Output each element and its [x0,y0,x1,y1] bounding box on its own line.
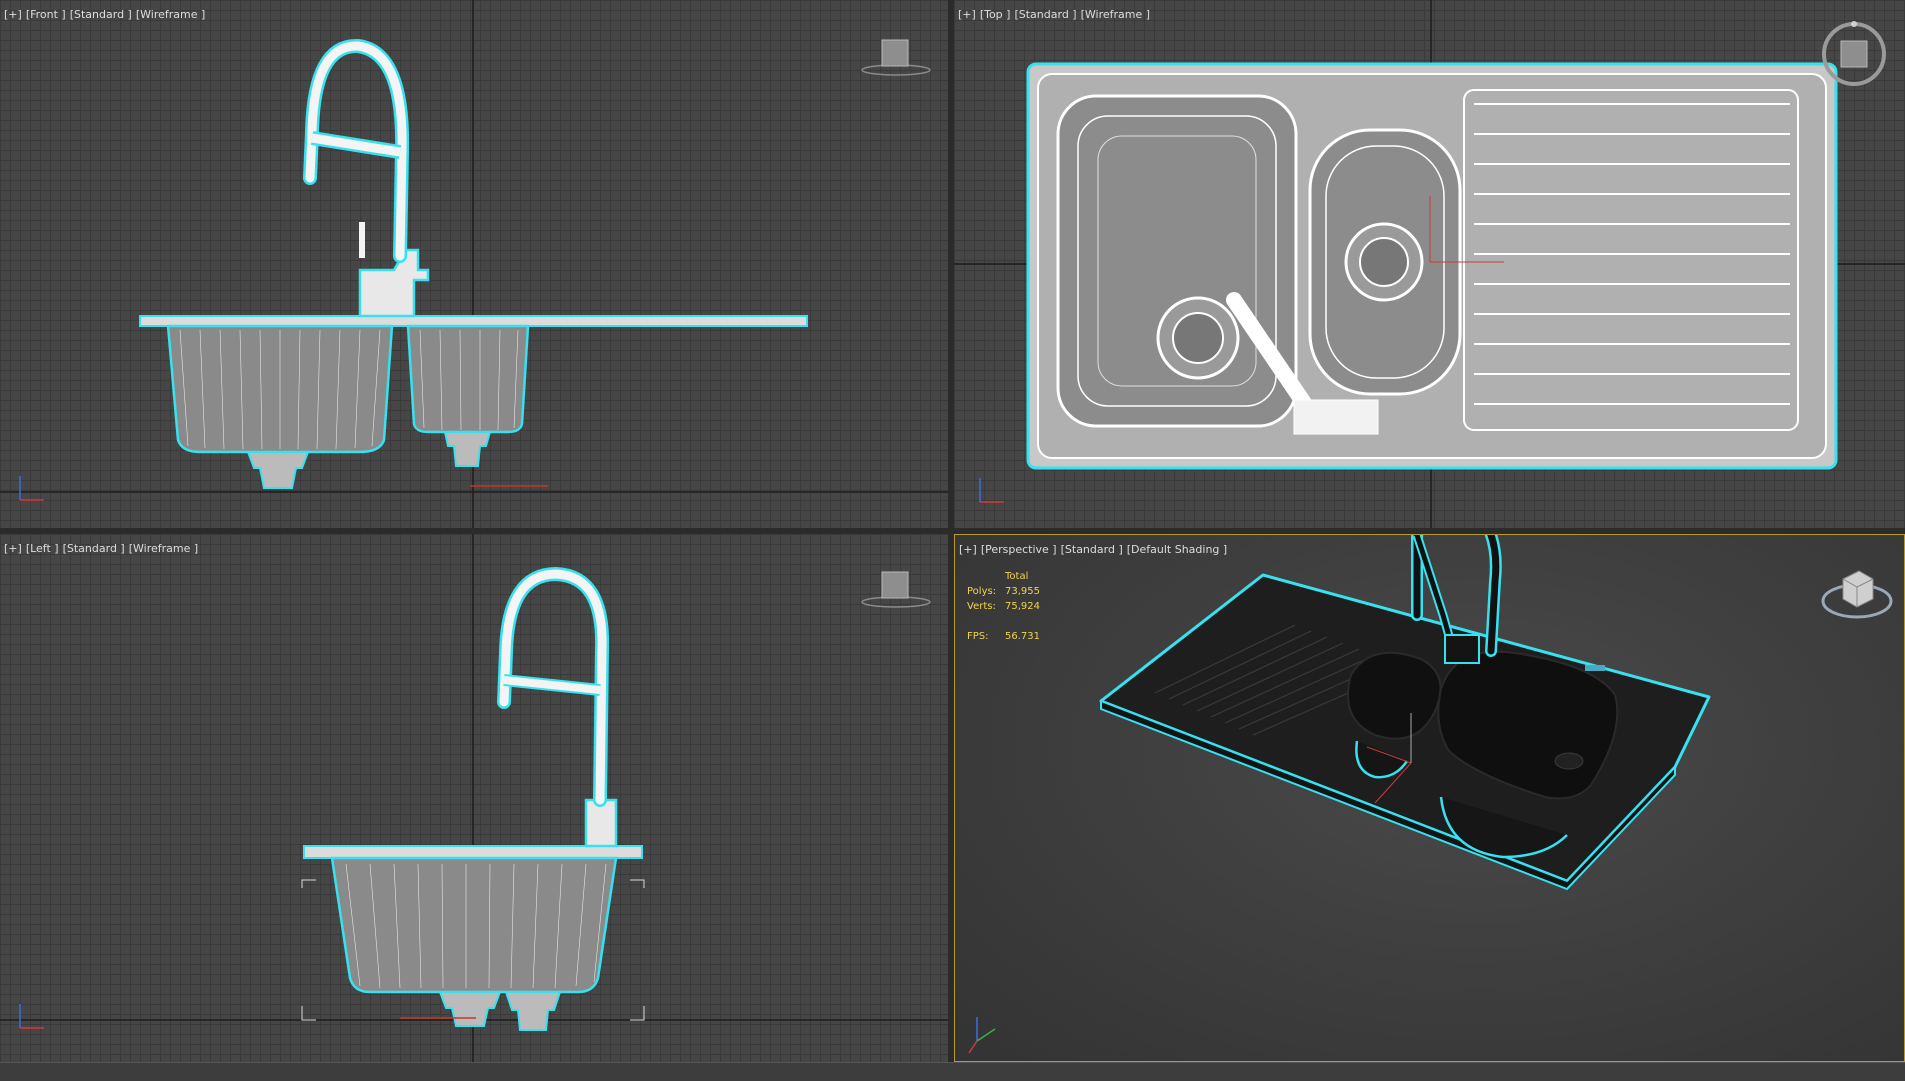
viewport-label-perspective[interactable]: [+] [Perspective ] [Standard ] [Default Sha… [959,543,1231,556]
axis-tripod-icon [979,478,1004,503]
top-wireframe-scene [954,0,1905,528]
stats-polys-label: Polys: [967,586,997,597]
viewport-standard-label[interactable]: [Standard ] [1061,543,1123,556]
stats-fps-value: 56.731 [1005,631,1040,642]
viewport-menu-plus[interactable]: [+] [4,542,22,555]
viewport-point-of-view-label[interactable]: [Front ] [26,8,66,21]
viewport-left[interactable]: [+] [Left ] [Standard ] [Wireframe ] [0,534,948,1062]
viewport-bottom-strip [0,1062,1905,1081]
stats-polys-row: Polys: 73,955 [967,584,1040,599]
front-wireframe-scene [0,0,948,528]
perspective-scene [968,535,1893,1054]
viewport-point-of-view-label[interactable]: [Left ] [26,542,59,555]
stats-verts-value: 75,924 [1005,601,1040,612]
viewcube-icon[interactable] [1821,570,1893,619]
stats-fps-row: FPS: 56.731 [967,629,1040,644]
viewport-front[interactable]: [+] [Front ] [Standard ] [Wireframe ] [0,0,948,528]
viewport-menu-plus[interactable]: [+] [959,543,977,556]
axis-tripod-icon [968,1017,996,1054]
stats-verts-label: Verts: [967,601,996,612]
compass-ring-icon[interactable] [1822,21,1886,86]
viewport-standard-label[interactable]: [Standard ] [1014,8,1076,21]
viewport-menu-plus[interactable]: [+] [958,8,976,21]
viewport-standard-label[interactable]: [Standard ] [70,8,132,21]
viewport-grid: [+] [Front ] [Standard ] [Wireframe ] [+… [0,0,1905,1081]
viewport-shading-label[interactable]: [Wireframe ] [1081,8,1150,21]
viewcube-icon[interactable] [861,571,931,608]
viewport-shading-label[interactable]: [Default Shading ] [1127,543,1227,556]
viewcube-icon[interactable] [861,39,931,76]
stats-polys-value: 73,955 [1005,586,1040,597]
viewport-standard-label[interactable]: [Standard ] [63,542,125,555]
viewport-point-of-view-label[interactable]: [Top ] [980,8,1011,21]
viewport-point-of-view-label[interactable]: [Perspective ] [981,543,1057,556]
viewport-menu-plus[interactable]: [+] [4,8,22,21]
viewport-shading-label[interactable]: [Wireframe ] [136,8,205,21]
viewport-top[interactable]: [+] [Top ] [Standard ] [Wireframe ] [954,0,1905,528]
axis-tripod-icon [19,1004,44,1029]
scene-statistics: Total Polys: 73,955 Verts: 75,924 FPS: 56.7… [967,569,1040,644]
viewport-label-left[interactable]: [+] [Left ] [Standard ] [Wireframe ] [4,542,202,555]
viewport-label-front[interactable]: [+] [Front ] [Standard ] [Wireframe ] [4,8,209,21]
stats-fps-label: FPS: [967,631,989,642]
viewport-perspective[interactable]: [+] [Perspective ] [Standard ] [Default Sha… [954,534,1905,1062]
left-wireframe-scene [0,534,948,1062]
stats-header-row: Total [967,569,1040,584]
viewport-shading-label[interactable]: [Wireframe ] [129,542,198,555]
stats-total-label: Total [1005,571,1029,582]
viewport-label-top[interactable]: [+] [Top ] [Standard ] [Wireframe ] [958,8,1154,21]
axis-tripod-icon [19,476,44,501]
stats-verts-row: Verts: 75,924 [967,599,1040,614]
